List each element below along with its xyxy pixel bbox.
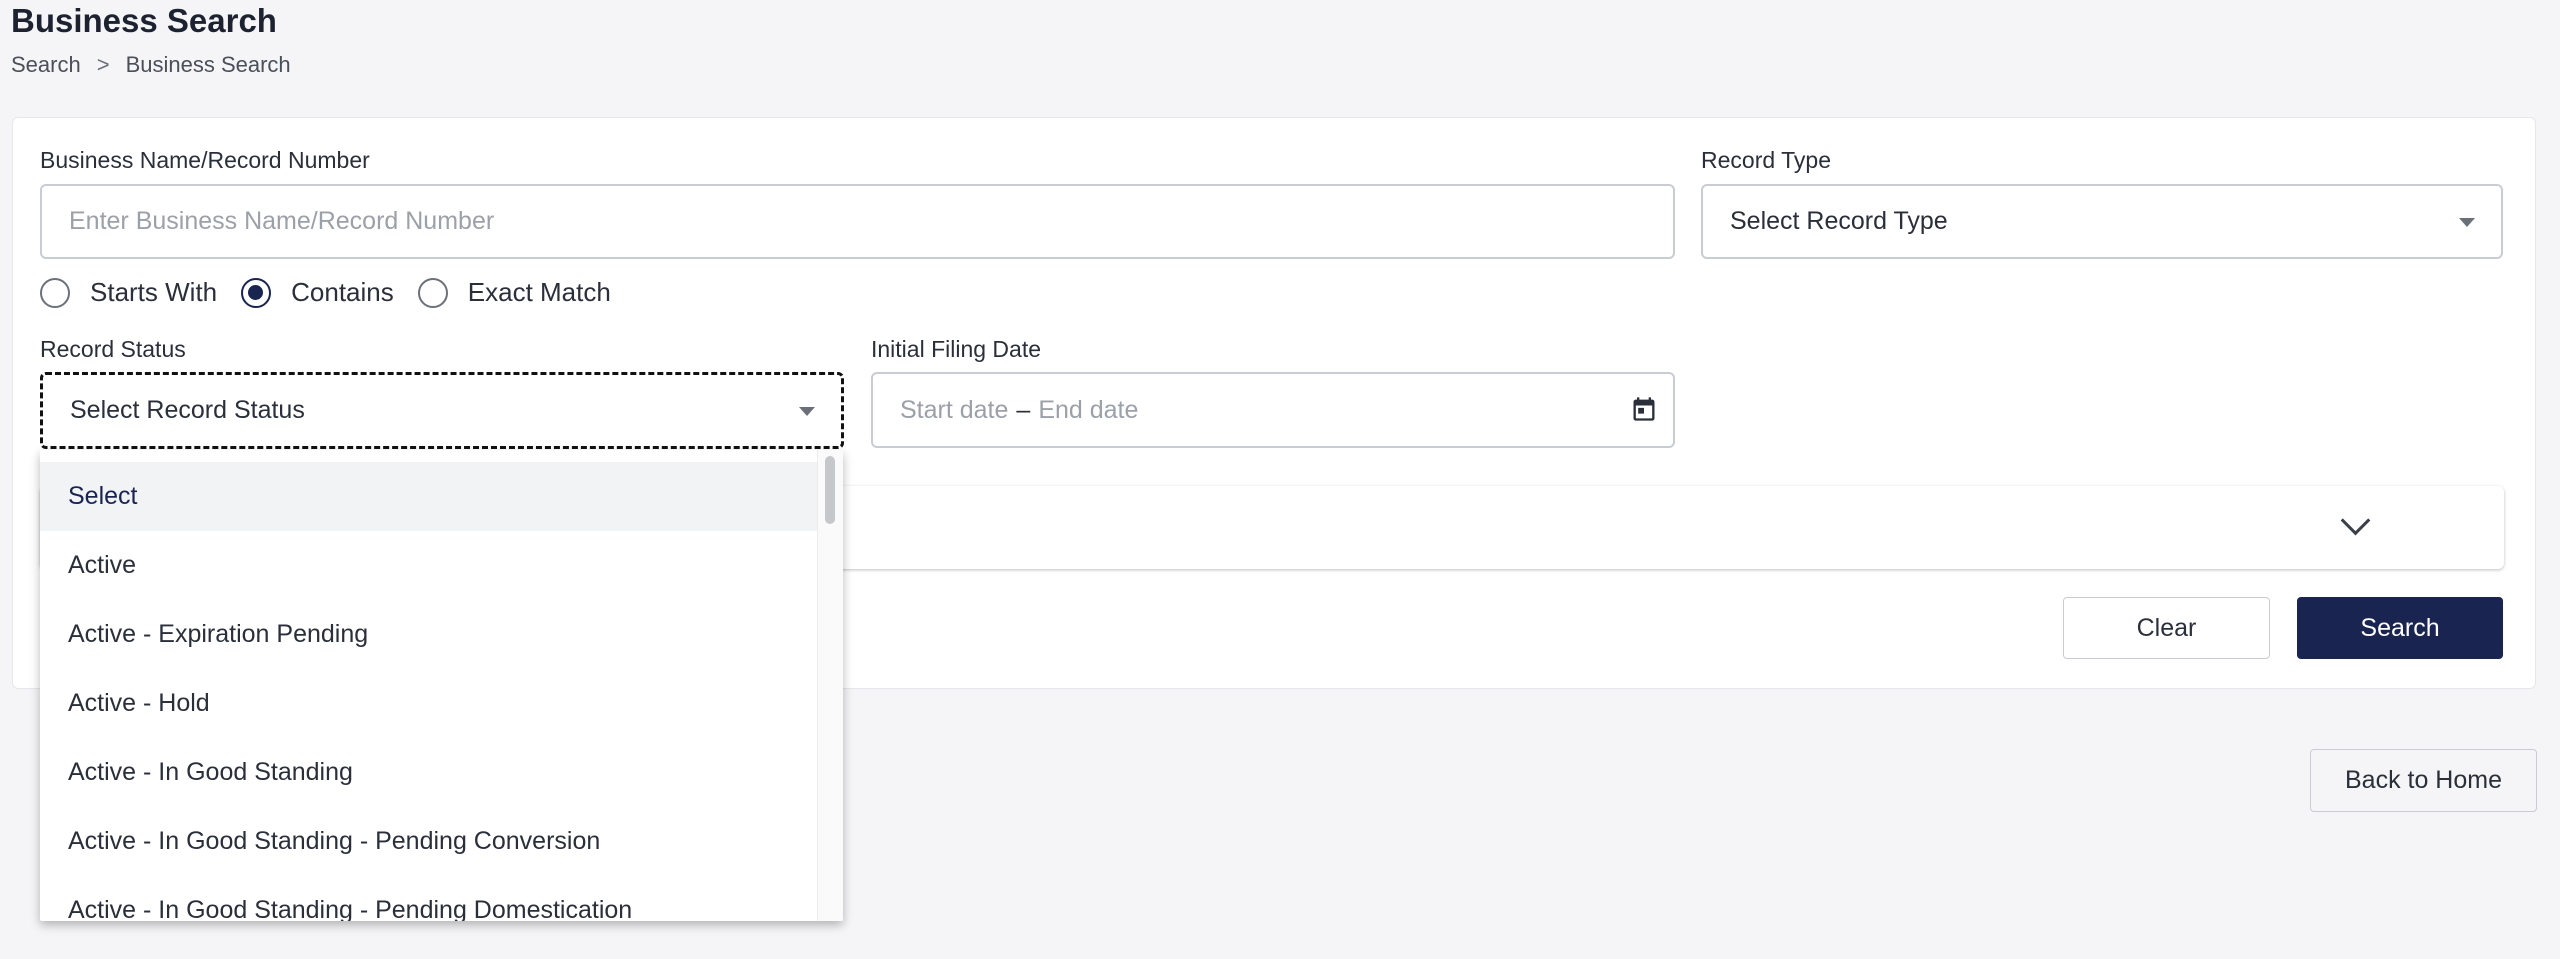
record-status-select[interactable]: Select Record Status — [40, 372, 844, 449]
radio-contains[interactable]: Contains — [241, 277, 394, 308]
dropdown-option[interactable]: Active - Expiration Pending — [40, 600, 818, 669]
chevron-down-icon[interactable] — [2340, 505, 2371, 536]
breadcrumb-current: Business Search — [125, 52, 291, 77]
business-name-input[interactable]: Enter Business Name/Record Number — [40, 184, 1675, 259]
scrollbar-thumb[interactable] — [825, 456, 835, 524]
dropdown-option[interactable]: Active - In Good Standing - Pending Conv… — [40, 807, 818, 876]
radio-selected-icon[interactable] — [241, 277, 272, 308]
dropdown-option[interactable]: Active - Hold — [40, 669, 818, 738]
calendar-icon[interactable] — [1630, 394, 1658, 424]
date-separator: – — [1016, 395, 1031, 424]
back-to-home-button[interactable]: Back to Home — [2310, 749, 2537, 812]
radio-label: Starts With — [90, 277, 218, 307]
dropdown-scrollbar[interactable] — [817, 450, 843, 921]
record-status-label: Record Status — [40, 336, 186, 362]
radio-label: Contains — [291, 277, 394, 307]
filing-date-range-input[interactable]: Start date – End date — [871, 372, 1675, 448]
start-date-placeholder: Start date — [900, 395, 1009, 424]
record-type-label: Record Type — [1701, 147, 1831, 173]
record-status-value: Select Record Status — [70, 396, 305, 424]
record-type-select[interactable]: Select Record Type — [1701, 184, 2503, 259]
end-date-placeholder: End date — [1038, 395, 1139, 424]
filing-date-label: Initial Filing Date — [871, 336, 1042, 362]
radio-exact-match[interactable]: Exact Match — [417, 277, 611, 308]
business-name-label: Business Name/Record Number — [40, 147, 370, 173]
match-type-radio-group: Starts With Contains Exact Match — [40, 277, 635, 308]
record-type-value: Select Record Type — [1730, 207, 1948, 235]
clear-button[interactable]: Clear — [2063, 597, 2270, 659]
radio-circle-icon[interactable] — [40, 277, 70, 308]
radio-starts-with[interactable]: Starts With — [40, 277, 217, 308]
record-status-dropdown: Select Active Active - Expiration Pendin… — [40, 450, 843, 921]
dropdown-option[interactable]: Active - In Good Standing — [40, 738, 818, 807]
dropdown-option[interactable]: Active - In Good Standing - Pending Dome… — [40, 876, 818, 921]
breadcrumb: Search > Business Search — [11, 52, 291, 78]
business-name-placeholder: Enter Business Name/Record Number — [69, 207, 495, 235]
breadcrumb-search-link[interactable]: Search — [11, 52, 81, 78]
record-status-options-list: Select Active Active - Expiration Pendin… — [40, 462, 818, 921]
radio-label: Exact Match — [467, 277, 611, 307]
page-title: Business Search — [11, 2, 277, 39]
caret-down-icon — [2459, 217, 2475, 227]
dropdown-option[interactable]: Select — [40, 462, 818, 531]
caret-down-icon — [799, 406, 815, 416]
radio-circle-icon[interactable] — [417, 277, 448, 308]
dropdown-option[interactable]: Active — [40, 531, 818, 600]
search-button[interactable]: Search — [2297, 597, 2503, 659]
breadcrumb-chevron-icon: > — [96, 52, 110, 77]
